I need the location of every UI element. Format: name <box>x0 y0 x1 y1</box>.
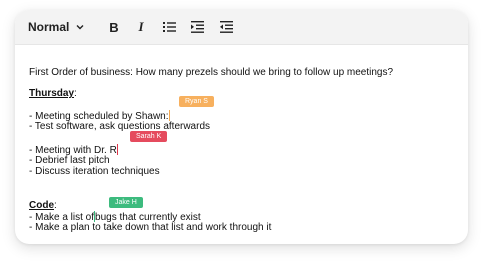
list-item: - Discuss iteration techniques <box>29 166 160 177</box>
format-select-value: Normal <box>28 20 70 34</box>
list-item: - Debrief last pitch <box>29 155 110 166</box>
italic-button[interactable]: I <box>133 19 149 35</box>
italic-label: I <box>138 19 144 34</box>
collaborator-cursor-sarah <box>116 144 118 155</box>
indent-button[interactable] <box>189 19 205 35</box>
code-heading-line: Code: <box>29 200 57 211</box>
thursday-colon: : <box>74 88 77 99</box>
collaborator-flag-ryan: Ryan S <box>179 96 214 107</box>
chevron-down-icon <box>76 25 84 30</box>
document-body[interactable]: First Order of business: How many prezel… <box>29 45 468 244</box>
bulleted-list-icon <box>162 22 176 32</box>
outdent-icon <box>219 21 233 33</box>
thursday-heading: Thursday <box>29 88 75 99</box>
outdent-button[interactable] <box>218 19 234 35</box>
collaborator-cursor-ryan <box>168 110 170 121</box>
editor-toolbar: Normal B I <box>15 10 468 45</box>
code-heading: Code <box>29 200 54 211</box>
intro-line: First Order of business: How many prezel… <box>29 67 394 78</box>
thursday-heading-line: Thursday: <box>29 88 77 99</box>
editor-card: Normal B I First Order of business: How … <box>15 10 468 244</box>
list-item: - Test software, ask questions afterward… <box>29 121 211 132</box>
bold-label: B <box>109 19 119 35</box>
bulleted-list-button[interactable] <box>161 19 177 35</box>
code-colon: : <box>54 200 57 211</box>
collaborator-flag-jake: Jake H <box>109 197 143 208</box>
indent-icon <box>190 21 204 33</box>
format-select[interactable]: Normal <box>28 19 84 35</box>
bold-button[interactable]: B <box>106 19 122 35</box>
collaborator-flag-sarah: Sarah K <box>130 131 168 142</box>
list-item: - Make a plan to take down that list and… <box>29 222 272 233</box>
